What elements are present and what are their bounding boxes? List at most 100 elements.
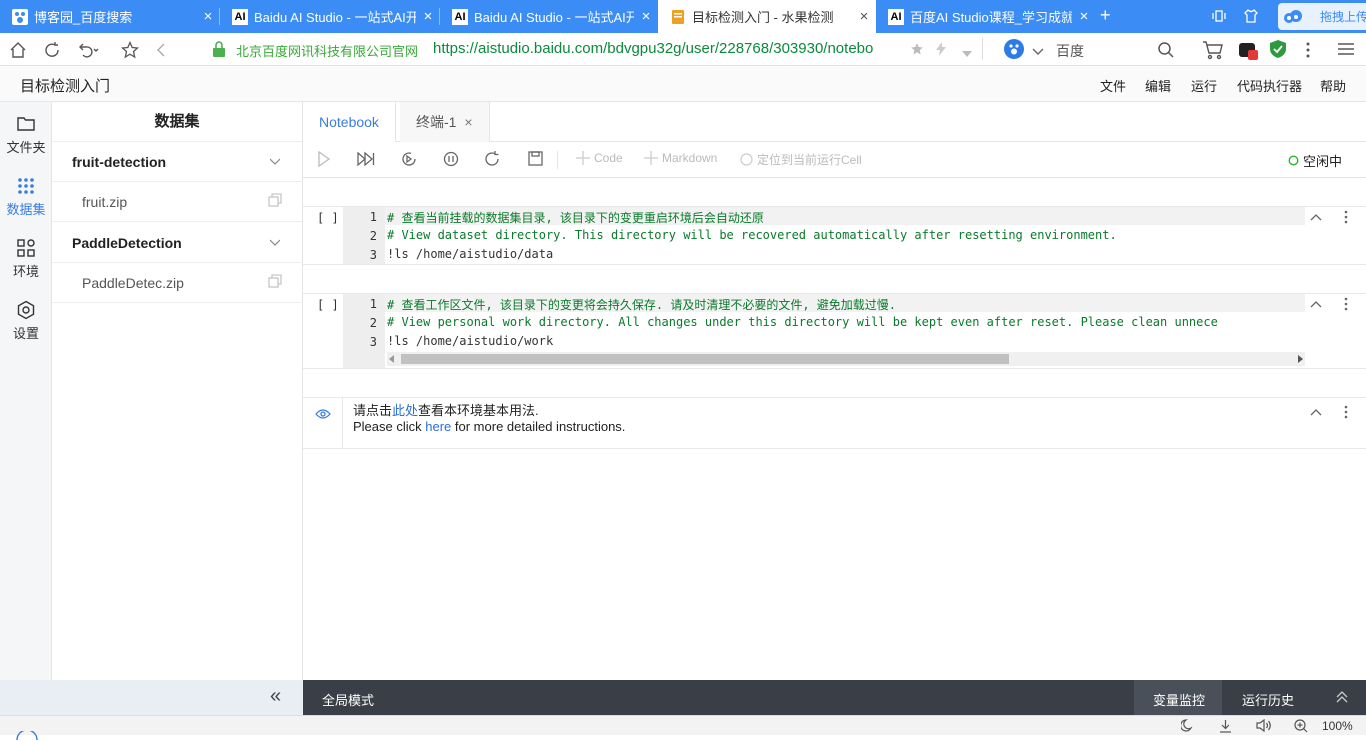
- tab-terminal[interactable]: 终端-1 ×: [400, 102, 490, 142]
- baidu-paw-icon[interactable]: [1004, 39, 1024, 59]
- scroll-left-icon[interactable]: [389, 355, 394, 363]
- add-code-button[interactable]: Code: [576, 151, 623, 165]
- sidebar-item-settings[interactable]: 设置: [0, 300, 52, 342]
- home-icon[interactable]: [6, 38, 30, 62]
- undo-icon[interactable]: [76, 38, 100, 62]
- menu-edit[interactable]: 编辑: [1145, 76, 1171, 95]
- instructions-link[interactable]: 此处: [392, 403, 418, 418]
- global-mode-button[interactable]: 全局模式: [322, 690, 374, 709]
- zoom-level[interactable]: 100%: [1322, 719, 1353, 733]
- bottom-bar: 全局模式 变量监控 运行历史: [303, 680, 1366, 715]
- dataset-file[interactable]: fruit.zip: [52, 182, 302, 222]
- hamburger-menu-icon[interactable]: [1338, 42, 1354, 56]
- browser-tab-active[interactable]: 目标检测入门 - 水果检测 ×: [658, 0, 876, 33]
- restart-icon[interactable]: [484, 151, 500, 167]
- close-icon[interactable]: ×: [634, 8, 658, 25]
- menu-help[interactable]: 帮助: [1320, 76, 1346, 95]
- browser-tab[interactable]: AI 百度AI Studio课程_学习成就梦 ×: [876, 0, 1096, 33]
- search-icon[interactable]: [1157, 41, 1175, 59]
- browser-tab-label: Baidu AI Studio - 一站式AI开: [254, 10, 416, 25]
- collapse-panel-button[interactable]: «: [270, 685, 281, 708]
- interrupt-icon[interactable]: [443, 151, 459, 167]
- drag-upload-button[interactable]: 拖拽上传: [1278, 3, 1366, 30]
- more-vertical-icon[interactable]: [1339, 210, 1353, 224]
- shield-icon[interactable]: [1270, 40, 1286, 58]
- dataset-file[interactable]: PaddleDetec.zip: [52, 263, 302, 303]
- menu-file[interactable]: 文件: [1100, 76, 1126, 95]
- chevron-up-icon[interactable]: [1309, 210, 1323, 224]
- restart-run-icon[interactable]: [401, 151, 417, 167]
- browser-tab[interactable]: AI Baidu AI Studio - 一站式AI开 ×: [440, 0, 658, 33]
- chevron-down-icon[interactable]: [1032, 45, 1044, 55]
- code-line[interactable]: # 查看当前挂载的数据集目录, 该目录下的变更重启环境后会自动还原: [387, 209, 1305, 226]
- browser-tab[interactable]: AI Baidu AI Studio - 一站式AI开 ×: [220, 0, 440, 33]
- menu-run[interactable]: 运行: [1191, 76, 1217, 95]
- dataset-group[interactable]: fruit-detection: [52, 142, 302, 182]
- menu-kernel[interactable]: 代码执行器: [1237, 76, 1302, 95]
- browser-tab[interactable]: 博客园_百度搜索 ×: [0, 0, 220, 33]
- new-tab-button[interactable]: +: [1100, 5, 1111, 26]
- instructions-link[interactable]: here: [425, 419, 451, 434]
- code-cell[interactable]: [ ] 1 2 3 # 查看工作区文件, 该目录下的变更将会持久保存. 请及时清…: [303, 293, 1366, 369]
- scrollbar-thumb[interactable]: [401, 354, 1009, 364]
- close-icon[interactable]: ×: [852, 8, 876, 25]
- close-icon[interactable]: ×: [196, 8, 220, 25]
- eye-icon[interactable]: [315, 408, 331, 420]
- run-icon[interactable]: [317, 151, 331, 167]
- close-icon[interactable]: ×: [464, 114, 472, 130]
- tab-run-history[interactable]: 运行历史: [1242, 690, 1294, 709]
- close-icon[interactable]: ×: [416, 8, 440, 25]
- lightning-icon[interactable]: [935, 42, 947, 56]
- cart-icon[interactable]: [1202, 40, 1224, 60]
- code-line[interactable]: !ls /home/aistudio/work: [387, 334, 1305, 348]
- notebook-toolbar: Code Markdown 定位到当前运行Cell 空闲中: [303, 142, 1366, 178]
- copy-icon[interactable]: [268, 274, 282, 288]
- chevron-up-icon[interactable]: [1309, 405, 1323, 419]
- markdown-text: 查看本环境基本用法.: [418, 403, 539, 418]
- markdown-cell[interactable]: 请点击此处查看本环境基本用法. Please click here for mo…: [303, 397, 1366, 449]
- notebook-icon: [670, 9, 686, 25]
- add-markdown-button[interactable]: Markdown: [644, 151, 717, 165]
- more-vertical-icon[interactable]: [1339, 297, 1353, 311]
- chevron-down-icon[interactable]: [270, 237, 280, 247]
- code-cell[interactable]: [ ] 1 2 3 # 查看当前挂载的数据集目录, 该目录下的变更重启环境后会自…: [303, 206, 1366, 265]
- close-icon[interactable]: ×: [1072, 8, 1096, 25]
- star-icon[interactable]: [118, 38, 142, 62]
- download-icon[interactable]: [1219, 719, 1232, 733]
- sidebar-item-dataset[interactable]: 数据集: [0, 176, 52, 218]
- dropdown-icon[interactable]: [962, 46, 972, 57]
- chevron-up-icon[interactable]: [1309, 297, 1323, 311]
- search-engine-input[interactable]: 百度: [1056, 41, 1084, 61]
- horizontal-scrollbar[interactable]: [387, 352, 1305, 366]
- code-line[interactable]: # 查看工作区文件, 该目录下的变更将会持久保存. 请及时清理不必要的文件, 避…: [387, 296, 1305, 313]
- more-vertical-icon[interactable]: [1306, 42, 1310, 58]
- code-line[interactable]: # View personal work directory. All chan…: [387, 315, 1305, 329]
- run-all-icon[interactable]: [357, 151, 375, 167]
- code-line[interactable]: !ls /home/aistudio/data: [387, 247, 1305, 261]
- extension-icon[interactable]: [1238, 41, 1260, 61]
- sidebar-item-environment[interactable]: 环境: [0, 238, 52, 280]
- refresh-icon[interactable]: [40, 38, 64, 62]
- tab-variable-monitor[interactable]: 变量监控: [1134, 680, 1222, 715]
- moon-icon[interactable]: [1181, 719, 1194, 732]
- locate-cell-button[interactable]: 定位到当前运行Cell: [740, 151, 862, 168]
- code-line[interactable]: # View dataset directory. This directory…: [387, 228, 1305, 242]
- sidebar-item-folder[interactable]: 文件夹: [0, 114, 52, 156]
- dataset-panel: 数据集 fruit-detection fruit.zip PaddleDete…: [52, 102, 303, 680]
- back-icon[interactable]: [150, 38, 174, 62]
- tab-tools-icon[interactable]: [1212, 9, 1226, 23]
- zoom-in-icon[interactable]: [1294, 719, 1308, 733]
- save-icon[interactable]: [528, 151, 543, 166]
- more-vertical-icon[interactable]: [1339, 405, 1353, 419]
- address-bar: 北京百度网讯科技有限公司官网 https://aistudio.baidu.co…: [0, 33, 1366, 66]
- dataset-group[interactable]: PaddleDetection: [52, 223, 302, 263]
- scroll-right-icon[interactable]: [1298, 355, 1303, 363]
- chevron-down-icon[interactable]: [270, 156, 280, 166]
- volume-icon[interactable]: [1256, 719, 1272, 732]
- copy-icon[interactable]: [268, 193, 282, 207]
- tab-notebook[interactable]: Notebook: [303, 102, 396, 143]
- expand-up-icon[interactable]: [1335, 690, 1349, 704]
- shirt-icon[interactable]: [1244, 9, 1258, 23]
- favorite-icon[interactable]: [910, 42, 924, 56]
- url-input[interactable]: https://aistudio.baidu.com/bdvgpu32g/use…: [433, 40, 893, 57]
